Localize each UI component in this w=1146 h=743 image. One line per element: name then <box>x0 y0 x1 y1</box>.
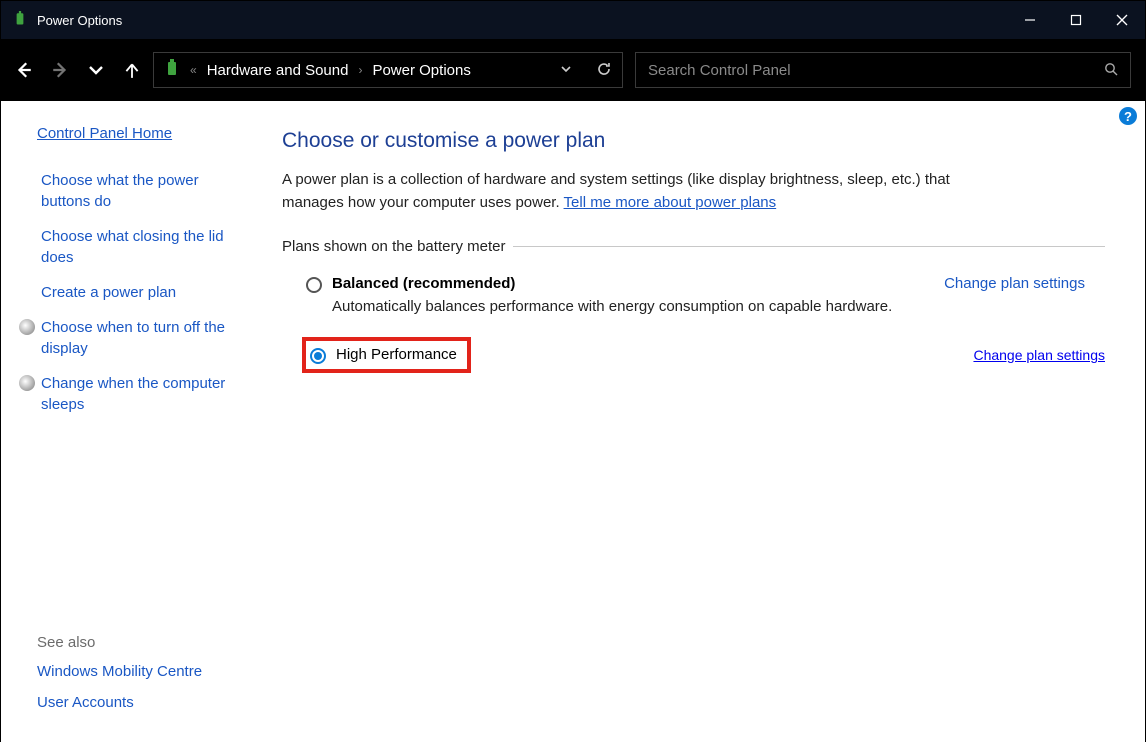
sidebar-item-display-off[interactable]: Choose when to turn off the display <box>19 317 248 359</box>
forward-button[interactable] <box>51 61 69 79</box>
plan-high-performance-row: High Performance Change plan settings <box>282 337 1105 373</box>
display-icon <box>19 319 35 335</box>
see-also-heading: See also <box>37 634 248 651</box>
battery-icon <box>164 59 180 82</box>
search-input[interactable] <box>648 62 1104 79</box>
sidebar-item-label[interactable]: Choose when to turn off the display <box>41 317 248 359</box>
plan-description: Automatically balances performance with … <box>332 298 924 315</box>
plan-name: High Performance <box>336 346 457 363</box>
tell-me-more-link[interactable]: Tell me more about power plans <box>564 194 777 211</box>
address-dropdown-button[interactable] <box>560 62 572 78</box>
breadcrumb-chevron-icon: « <box>190 63 197 77</box>
address-bar[interactable]: « Hardware and Sound › Power Options <box>153 52 623 88</box>
help-icon[interactable]: ? <box>1119 107 1137 125</box>
page-title: Choose or customise a power plan <box>282 129 1105 153</box>
section-label-text: Plans shown on the battery meter <box>282 238 505 255</box>
sidebar-item-label[interactable]: Choose what the power buttons do <box>41 170 248 212</box>
sidebar-item-label[interactable]: Create a power plan <box>41 282 176 303</box>
navigation-bar: « Hardware and Sound › Power Options <box>1 39 1145 101</box>
search-box[interactable] <box>635 52 1131 88</box>
see-also-section: See also Windows Mobility Centre User Ac… <box>19 594 248 725</box>
power-options-icon <box>11 11 29 29</box>
change-plan-settings-link[interactable]: Change plan settings <box>944 275 1085 292</box>
recent-locations-button[interactable] <box>87 61 105 79</box>
divider <box>513 246 1105 247</box>
window-title: Power Options <box>37 13 122 28</box>
control-panel-home-link[interactable]: Control Panel Home <box>37 125 248 142</box>
back-button[interactable] <box>15 61 33 79</box>
plan-high-performance[interactable]: High Performance <box>310 346 457 364</box>
sidebar-item-closing-lid[interactable]: Choose what closing the lid does <box>19 226 248 268</box>
content-area: ? Control Panel Home Choose what the pow… <box>1 101 1145 743</box>
close-button[interactable] <box>1099 1 1145 39</box>
up-button[interactable] <box>123 61 141 79</box>
radio-balanced[interactable] <box>306 277 322 293</box>
change-plan-settings-link[interactable]: Change plan settings <box>973 347 1105 363</box>
chevron-right-icon: › <box>358 63 362 77</box>
maximize-button[interactable] <box>1053 1 1099 39</box>
plan-balanced[interactable]: Balanced (recommended) Automatically bal… <box>282 269 1105 321</box>
sidebar-item-label[interactable]: Choose what closing the lid does <box>41 226 248 268</box>
sleep-icon <box>19 375 35 391</box>
sidebar-item-sleep[interactable]: Change when the computer sleeps <box>19 373 248 415</box>
titlebar: Power Options <box>1 1 1145 39</box>
plans-section-label: Plans shown on the battery meter <box>282 238 1105 255</box>
intro-paragraph: A power plan is a collection of hardware… <box>282 169 1002 214</box>
sidebar: Control Panel Home Choose what the power… <box>1 101 266 743</box>
search-icon[interactable] <box>1104 62 1118 79</box>
main-panel: Choose or customise a power plan A power… <box>266 101 1145 743</box>
refresh-button[interactable] <box>596 61 612 80</box>
sidebar-item-create-plan[interactable]: Create a power plan <box>19 282 248 303</box>
minimize-button[interactable] <box>1007 1 1053 39</box>
plan-name: Balanced (recommended) <box>332 275 924 292</box>
see-also-user-accounts[interactable]: User Accounts <box>37 694 248 711</box>
see-also-mobility-centre[interactable]: Windows Mobility Centre <box>37 663 248 680</box>
highlight-annotation: High Performance <box>302 337 471 373</box>
sidebar-item-label[interactable]: Change when the computer sleeps <box>41 373 248 415</box>
sidebar-links: Choose what the power buttons do Choose … <box>19 170 248 429</box>
sidebar-item-power-buttons[interactable]: Choose what the power buttons do <box>19 170 248 212</box>
breadcrumb-current[interactable]: Power Options <box>372 62 470 79</box>
radio-high-performance[interactable] <box>310 348 326 364</box>
breadcrumb-parent[interactable]: Hardware and Sound <box>207 62 349 79</box>
